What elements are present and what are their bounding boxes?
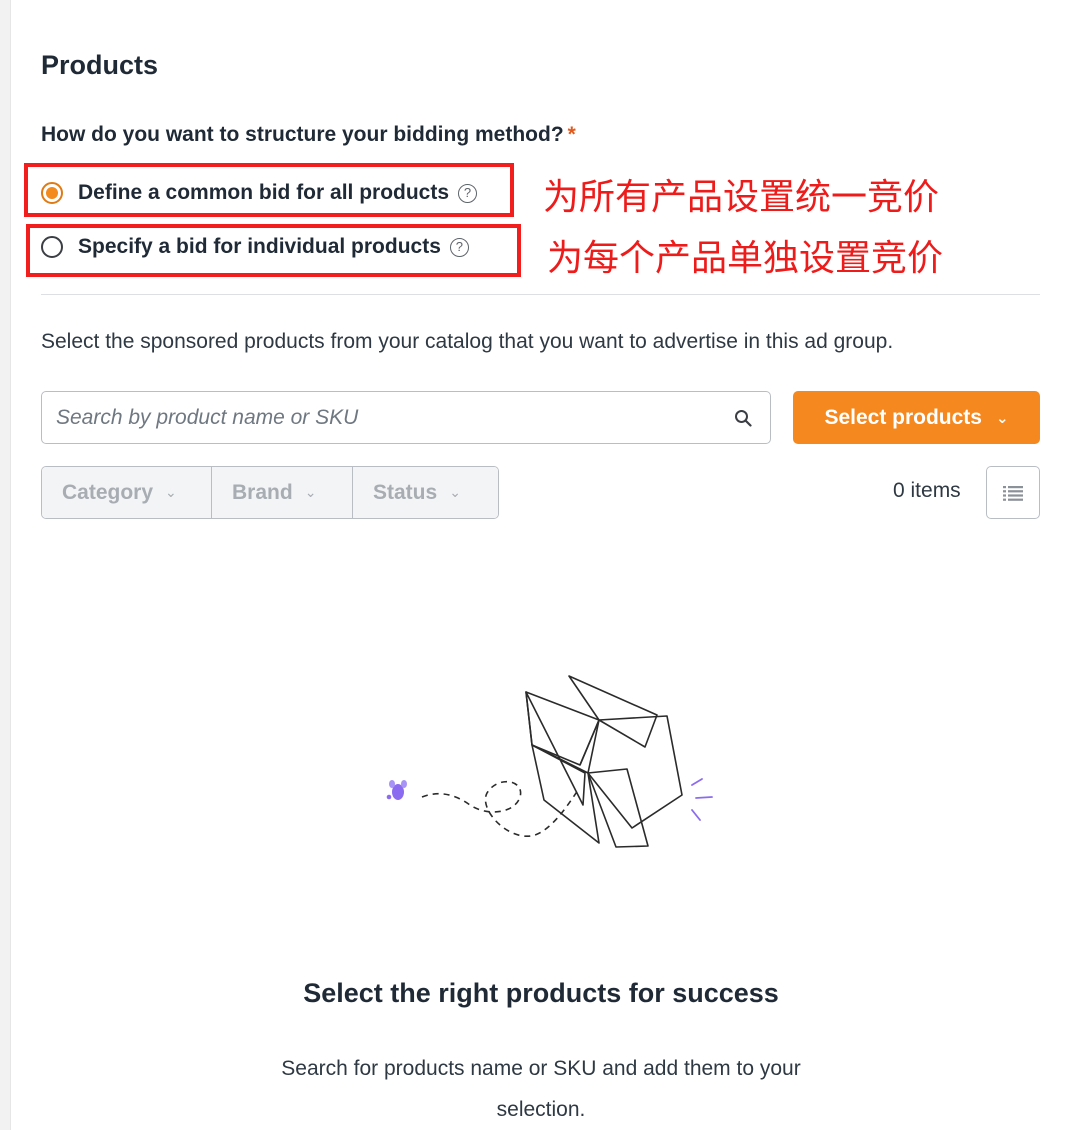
product-search-box[interactable] [41,391,771,444]
select-products-label: Select products [824,405,982,429]
bidding-question: How do you want to structure your biddin… [41,123,576,147]
filter-category[interactable]: Category ⌄ [42,467,212,518]
bidding-question-text: How do you want to structure your biddin… [41,123,564,146]
required-marker: * [567,123,576,146]
items-count: 0 items [893,479,961,502]
filter-brand-label: Brand [232,480,293,504]
chevron-down-icon: ⌄ [304,484,317,500]
filter-brand[interactable]: Brand ⌄ [212,467,353,518]
filter-status-label: Status [373,480,438,504]
annotation-text-individual-bid: 为每个产品单独设置竞价 [547,238,944,279]
product-search-input[interactable] [42,392,712,443]
search-icon[interactable] [734,409,752,427]
empty-state-box-illustration [386,675,713,848]
section-divider [41,294,1040,295]
empty-state-title: Select the right products for success [303,978,779,1008]
annotation-box-common-bid [24,163,514,217]
select-products-button[interactable]: Select products ⌄ [793,391,1040,444]
annotation-box-individual-bid [26,224,521,277]
list-view-button[interactable] [986,466,1040,519]
annotation-text-common-bid: 为所有产品设置统一竞价 [543,177,940,218]
list-view-icon [1003,485,1023,501]
chevron-down-icon: ⌄ [165,484,177,500]
chevron-down-icon: ⌄ [449,484,461,500]
filter-status[interactable]: Status ⌄ [353,467,498,518]
filter-group: Category ⌄ Brand ⌄ Status ⌄ [41,466,499,519]
section-title: Products [41,50,159,80]
empty-state-description: Search for products name or SKU and add … [281,1057,801,1121]
chevron-down-icon: ⌄ [995,409,1009,427]
filter-category-label: Category [62,480,154,504]
catalog-description: Select the sponsored products from your … [41,330,894,353]
